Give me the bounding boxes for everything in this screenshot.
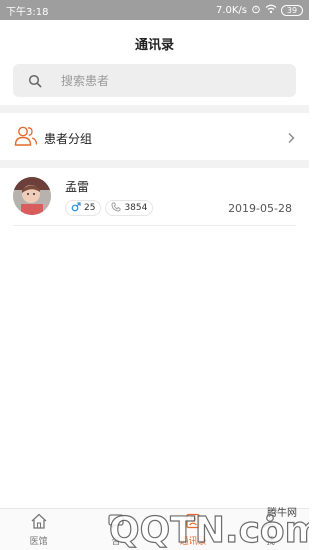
nav-label: 我 [265, 536, 275, 547]
nav-label: 通讯录 [179, 536, 207, 547]
search-bar[interactable] [13, 64, 296, 97]
header: 通讯录 [0, 20, 309, 66]
patient-date: 2019-05-28 [228, 202, 292, 215]
patient-name: 孟雷 [65, 180, 90, 194]
status-time: 下午3:18 [6, 6, 49, 18]
group-icon [14, 125, 38, 151]
contacts-icon [184, 513, 202, 532]
patient-meta: 25 3854 [65, 200, 154, 216]
avatar [13, 177, 51, 215]
bottom-nav: 医馆 咨 通讯录 我 [0, 508, 309, 550]
patient-phone-suffix: 3854 [124, 203, 148, 213]
group-label: 患者分组 [44, 131, 93, 146]
alarm-icon [251, 4, 261, 17]
status-bar: 下午3:18 7.0K/s 39 [0, 0, 309, 20]
patient-group-row[interactable]: 患者分组 [0, 116, 309, 160]
nav-item-me[interactable]: 我 [232, 509, 309, 550]
section-divider [0, 160, 309, 168]
age-badge: 25 [65, 200, 102, 216]
nav-item-contacts[interactable]: 通讯录 [155, 509, 232, 550]
status-right: 7.0K/s 39 [216, 4, 303, 17]
phone-badge: 3854 [105, 200, 154, 216]
nav-label: 咨 [111, 536, 121, 547]
battery-indicator: 39 [281, 4, 303, 16]
item-divider [13, 225, 296, 226]
network-speed: 7.0K/s [215, 4, 247, 16]
chevron-right-icon [285, 132, 297, 144]
patient-age: 25 [84, 203, 96, 213]
patient-list-item[interactable]: 孟雷 25 3854 2019-05-28 [0, 170, 309, 226]
nav-item-clinic[interactable]: 医馆 [0, 509, 77, 550]
wifi-icon [265, 4, 277, 17]
page-title: 通讯录 [134, 37, 174, 53]
male-icon [71, 201, 81, 215]
nav-item-consult[interactable]: 咨 [77, 509, 154, 550]
chat-icon [107, 513, 125, 532]
search-icon [17, 64, 53, 97]
nav-label: 医馆 [29, 536, 48, 547]
home-icon [30, 513, 48, 532]
phone-icon [111, 202, 121, 215]
user-icon [261, 513, 279, 532]
section-divider [0, 105, 309, 113]
search-input[interactable] [53, 73, 296, 88]
